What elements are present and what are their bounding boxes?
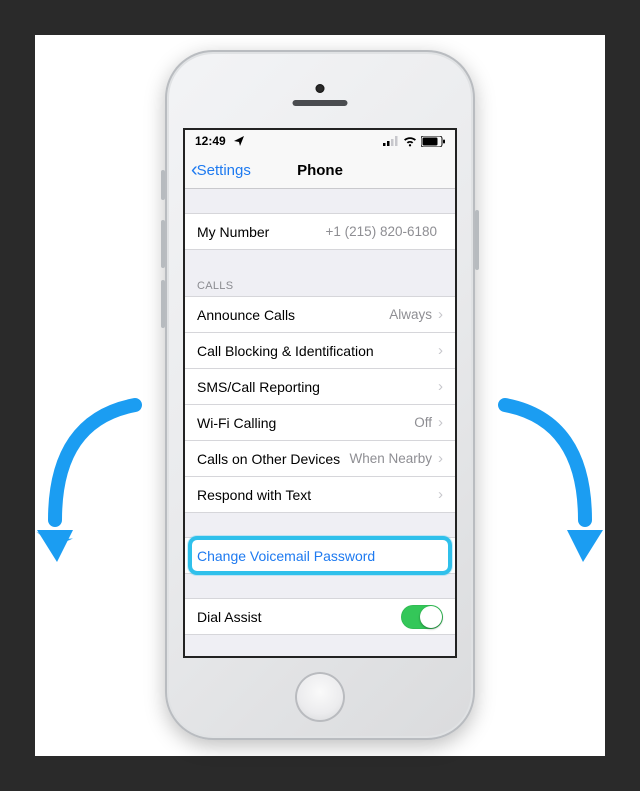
- volume-up-button: [161, 220, 165, 268]
- wifi-calling-label: Wi-Fi Calling: [197, 415, 276, 431]
- change-voicemail-password-label: Change Voicemail Password: [197, 548, 375, 564]
- left-annotation-arrow: [15, 390, 175, 590]
- battery-icon: [421, 136, 445, 147]
- respond-with-text-label: Respond with Text: [197, 487, 311, 503]
- settings-list[interactable]: My Number +1 (215) 820-6180 CALLS Announ…: [185, 189, 455, 635]
- announce-calls-row[interactable]: Announce Calls Always ›: [185, 296, 455, 332]
- clock: 12:49: [195, 134, 226, 148]
- status-bar: 12:49: [185, 130, 455, 152]
- volume-down-button: [161, 280, 165, 328]
- sms-reporting-label: SMS/Call Reporting: [197, 379, 320, 395]
- change-voicemail-password-row[interactable]: Change Voicemail Password: [185, 537, 455, 574]
- wifi-calling-row[interactable]: Wi-Fi Calling Off ›: [185, 404, 455, 440]
- power-button: [475, 210, 479, 270]
- chevron-right-icon: ›: [438, 414, 443, 431]
- toggle-knob: [420, 606, 442, 628]
- mute-switch: [161, 170, 165, 200]
- calls-other-devices-row[interactable]: Calls on Other Devices When Nearby ›: [185, 440, 455, 476]
- my-number-value: +1 (215) 820-6180: [326, 224, 437, 239]
- dial-assist-row[interactable]: Dial Assist: [185, 598, 455, 635]
- screen: 12:49 ‹ Settings Phone: [183, 128, 457, 658]
- background-panel: 12:49 ‹ Settings Phone: [35, 35, 605, 756]
- back-label: Settings: [197, 162, 251, 179]
- dial-assist-toggle[interactable]: [401, 605, 443, 629]
- earpiece-speaker: [293, 100, 348, 106]
- chevron-right-icon: ›: [438, 306, 443, 323]
- my-number-row[interactable]: My Number +1 (215) 820-6180: [185, 213, 455, 250]
- wifi-calling-value: Off: [414, 415, 432, 430]
- cellular-icon: [383, 136, 399, 146]
- announce-calls-value: Always: [389, 307, 432, 322]
- calls-other-devices-value: When Nearby: [349, 451, 432, 466]
- wifi-icon: [402, 136, 418, 147]
- call-blocking-row[interactable]: Call Blocking & Identification ›: [185, 332, 455, 368]
- chevron-right-icon: ›: [438, 342, 443, 359]
- chevron-right-icon: ›: [438, 450, 443, 467]
- calls-other-devices-label: Calls on Other Devices: [197, 451, 340, 467]
- announce-calls-label: Announce Calls: [197, 307, 295, 323]
- chevron-right-icon: ›: [438, 378, 443, 395]
- chevron-right-icon: ›: [438, 486, 443, 503]
- dial-assist-label: Dial Assist: [197, 609, 262, 625]
- sms-reporting-row[interactable]: SMS/Call Reporting ›: [185, 368, 455, 404]
- iphone-frame: 12:49 ‹ Settings Phone: [165, 50, 475, 740]
- nav-bar: ‹ Settings Phone: [185, 152, 455, 189]
- home-button[interactable]: [295, 672, 345, 722]
- right-annotation-arrow: [465, 390, 625, 590]
- respond-with-text-row[interactable]: Respond with Text ›: [185, 476, 455, 513]
- front-camera: [316, 84, 325, 93]
- call-blocking-label: Call Blocking & Identification: [197, 343, 374, 359]
- location-icon: [234, 136, 244, 146]
- my-number-label: My Number: [197, 224, 269, 240]
- back-button[interactable]: ‹ Settings: [191, 159, 251, 182]
- calls-section-header: CALLS: [185, 280, 455, 296]
